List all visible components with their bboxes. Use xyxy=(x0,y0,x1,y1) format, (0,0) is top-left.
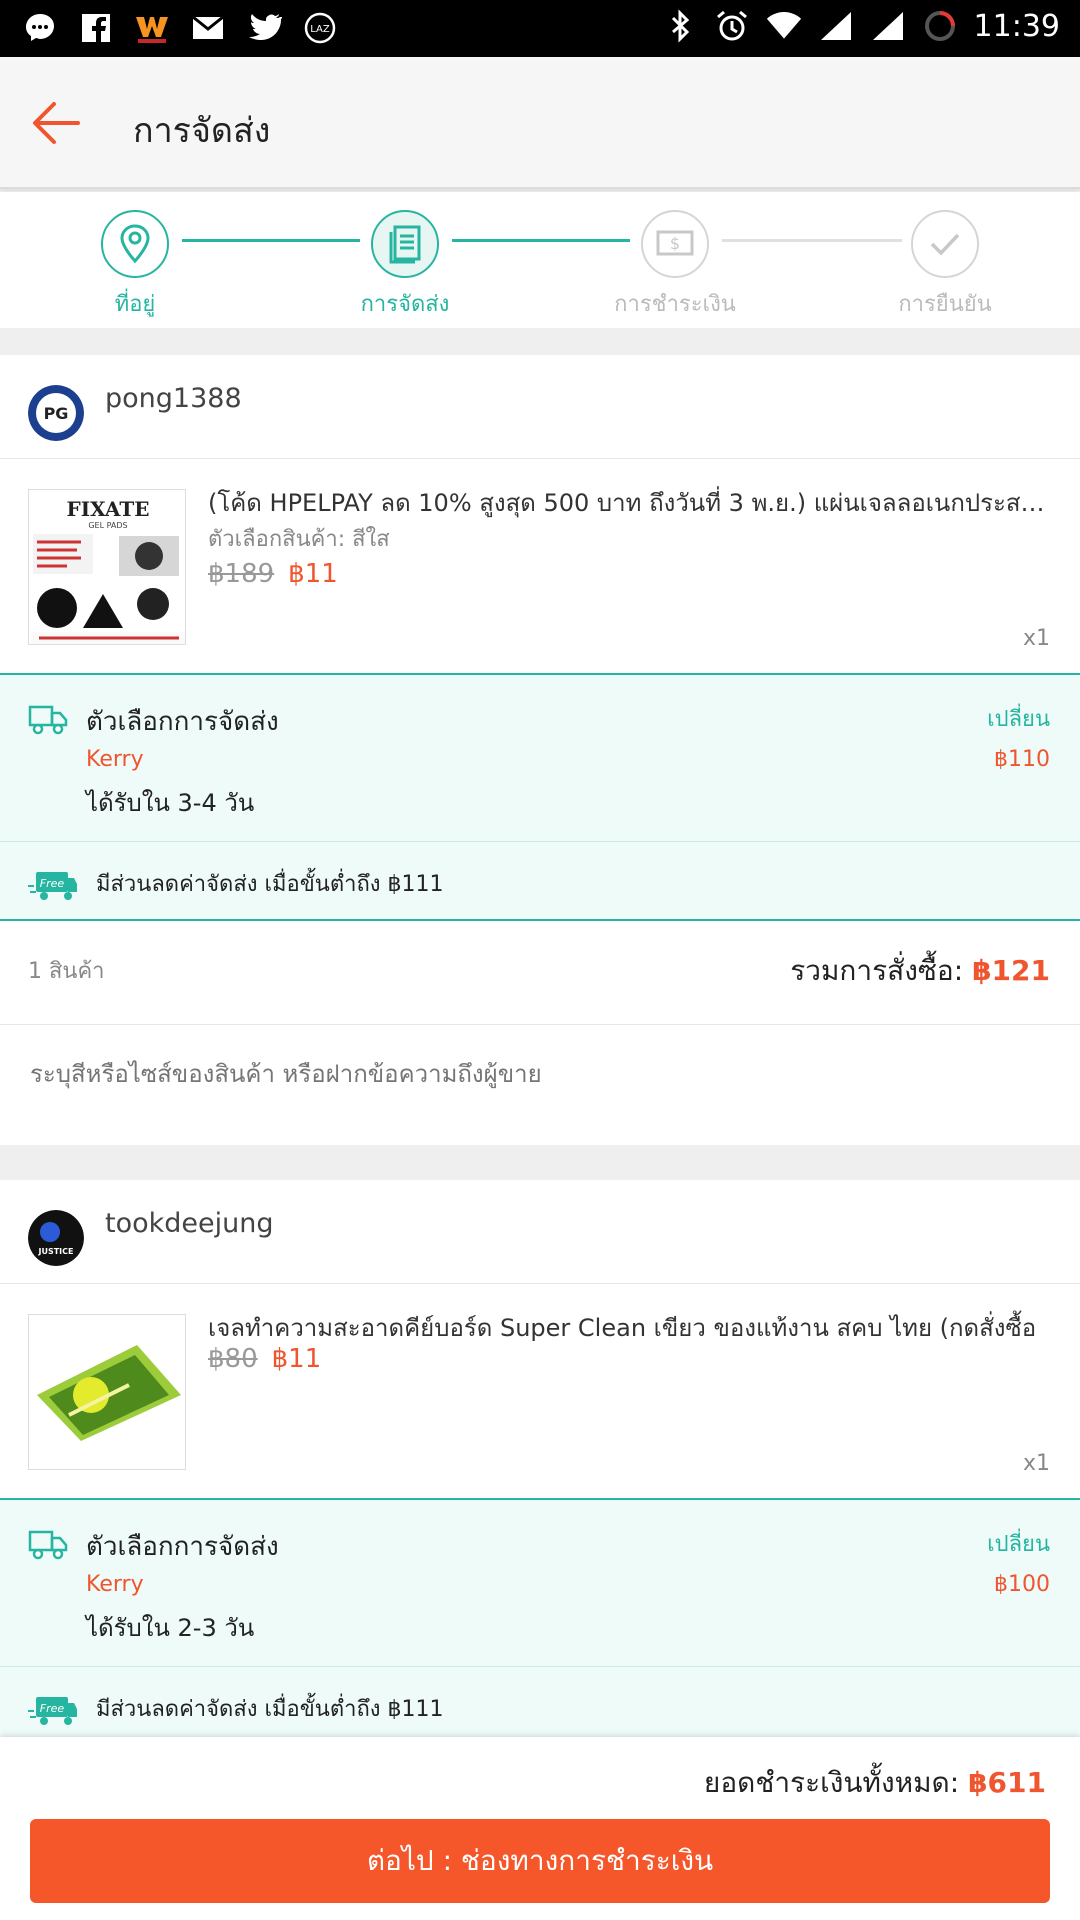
step-label: การยืนยัน xyxy=(898,292,992,317)
svg-text:FIXATE: FIXATE xyxy=(67,497,150,521)
shipping-promo: Free มีส่วนลดค่าจัดส่ง เมื่อขั้นต่ำถึง ฿… xyxy=(0,841,1080,921)
truck-icon xyxy=(28,705,68,735)
shipping-carrier: Kerry xyxy=(86,747,144,772)
checkout-stepper: ที่อยู่ การจัดส่ง $ การชำระเงิน การยืนยั… xyxy=(0,192,1080,328)
shipping-carrier: Kerry xyxy=(86,1572,144,1597)
document-icon xyxy=(371,210,439,278)
order-card: PG pong1388 FIXATE GEL PADS (โค้ด HPELPA… xyxy=(0,355,1080,1145)
status-bar: LAZ 11:39 xyxy=(0,0,1080,57)
svg-text:LAZ: LAZ xyxy=(310,24,330,35)
back-button[interactable] xyxy=(30,99,82,147)
gmail-icon xyxy=(190,10,226,46)
shipping-title: ตัวเลือกการจัดส่ง xyxy=(86,707,279,737)
signal-icon xyxy=(870,8,906,44)
grand-total-amount: ฿611 xyxy=(968,1766,1046,1799)
sale-price: ฿11 xyxy=(288,559,338,589)
shipping-promo: Free มีส่วนลดค่าจัดส่ง เมื่อขั้นต่ำถึง ฿… xyxy=(0,1666,1080,1746)
shop-header[interactable]: JUSTICE tookdeejung xyxy=(0,1180,1080,1284)
grand-total: ยอดชำระเงินทั้งหมด: ฿611 xyxy=(704,1761,1046,1805)
twitter-icon xyxy=(246,10,282,46)
facebook-icon xyxy=(78,10,114,46)
promo-text: มีส่วนลดค่าจัดส่ง เมื่อขั้นต่ำถึง ฿111 xyxy=(96,1697,444,1722)
product-price: ฿80 ฿11 xyxy=(208,1344,321,1374)
svg-text:GEL PADS: GEL PADS xyxy=(88,521,127,530)
lazada-icon: LAZ xyxy=(302,10,338,46)
subtotal-amount: ฿121 xyxy=(972,954,1050,987)
shipping-option[interactable]: ตัวเลือกการจัดส่ง เปลี่ยน Kerry ฿100 ได้… xyxy=(0,1498,1080,1666)
svg-text:Free: Free xyxy=(40,1702,65,1715)
status-time: 11:39 xyxy=(973,8,1060,44)
shipping-price: ฿100 xyxy=(994,1572,1050,1597)
shop-header[interactable]: PG pong1388 xyxy=(0,355,1080,459)
shipping-title: ตัวเลือกการจัดส่ง xyxy=(86,1532,279,1562)
check-icon xyxy=(911,210,979,278)
product-quantity: x1 xyxy=(1022,626,1050,651)
original-price: ฿189 xyxy=(208,559,275,589)
step-payment: $ การชำระเงิน xyxy=(575,210,775,321)
seller-note-input[interactable] xyxy=(28,1059,1048,1089)
step-address: ที่อยู่ xyxy=(35,210,235,321)
order-card: JUSTICE tookdeejung เจลทำความสะอาดคีย์บอ… xyxy=(0,1180,1080,1746)
step-label: การจัดส่ง xyxy=(360,292,450,317)
bluetooth-icon xyxy=(662,8,698,44)
back-arrow-icon xyxy=(33,102,80,144)
order-subtotal: 1 สินค้า รวมการสั่งซื้อ: ฿121 xyxy=(0,921,1080,1025)
product-item[interactable]: เจลทำความสะอาดคีย์บอร์ด Super Clean เขีย… xyxy=(0,1284,1080,1498)
free-shipping-icon: Free xyxy=(28,1697,77,1725)
change-shipping-link[interactable]: เปลี่ยน xyxy=(987,1526,1050,1561)
step-label: การชำระเงิน xyxy=(614,292,736,317)
shop-name: pong1388 xyxy=(105,383,242,414)
alarm-icon xyxy=(714,8,750,44)
grand-total-label: ยอดชำระเงินทั้งหมด: xyxy=(703,1766,969,1799)
loading-icon xyxy=(922,8,958,44)
money-icon: $ xyxy=(641,210,709,278)
location-pin-icon xyxy=(101,210,169,278)
product-title: (โค้ด HPELPAY ลด 10% สูงสุด 500 บาท ถึงว… xyxy=(208,489,1048,517)
page-title: การจัดส่ง xyxy=(133,111,271,151)
messenger-icon xyxy=(22,10,58,46)
truck-icon xyxy=(28,1530,68,1560)
wifi-icon xyxy=(766,8,802,44)
shipping-price: ฿110 xyxy=(994,747,1050,772)
product-quantity: x1 xyxy=(1022,1451,1050,1476)
svg-text:JUSTICE: JUSTICE xyxy=(37,1247,73,1256)
shipping-option[interactable]: ตัวเลือกการจัดส่ง เปลี่ยน Kerry ฿110 ได้… xyxy=(0,673,1080,841)
product-price: ฿189 ฿11 xyxy=(208,559,338,589)
truemoney-icon xyxy=(134,10,170,46)
shop-name: tookdeejung xyxy=(105,1208,274,1239)
original-price: ฿80 xyxy=(208,1344,258,1374)
svg-text:PG: PG xyxy=(44,404,69,423)
subtotal-text: รวมการสั่งซื้อ: xyxy=(790,954,973,987)
signal-icon xyxy=(818,8,854,44)
product-thumbnail xyxy=(28,1314,186,1470)
seller-note xyxy=(0,1029,1080,1141)
app-bar: การจัดส่ง xyxy=(0,57,1080,189)
change-shipping-link[interactable]: เปลี่ยน xyxy=(987,701,1050,736)
product-item[interactable]: FIXATE GEL PADS (โค้ด HPELPAY ลด 10% สูง… xyxy=(0,459,1080,673)
step-confirm: การยืนยัน xyxy=(845,210,1045,321)
sale-price: ฿11 xyxy=(271,1344,322,1374)
svg-text:Free: Free xyxy=(40,877,65,890)
continue-to-payment-button[interactable]: ต่อไป : ช่องทางการชำระเงิน xyxy=(30,1819,1050,1903)
item-count: 1 สินค้า xyxy=(28,959,105,984)
avatar: JUSTICE xyxy=(28,1210,84,1266)
product-thumbnail: FIXATE GEL PADS xyxy=(28,489,186,645)
step-shipping: การจัดส่ง xyxy=(305,210,505,321)
product-variant: ตัวเลือกสินค้า: สีใส xyxy=(208,527,390,552)
svg-text:$: $ xyxy=(670,234,680,253)
subtotal-label: รวมการสั่งซื้อ: ฿121 xyxy=(790,949,1050,993)
shipping-eta: ได้รับใน 2-3 วัน xyxy=(86,1614,255,1642)
shipping-eta: ได้รับใน 3-4 วัน xyxy=(86,789,255,817)
step-label: ที่อยู่ xyxy=(114,292,156,317)
product-title: เจลทำความสะอาดคีย์บอร์ด Super Clean เขีย… xyxy=(208,1314,1037,1342)
checkout-footer: ยอดชำระเงินทั้งหมด: ฿611 ต่อไป : ช่องทาง… xyxy=(0,1737,1080,1920)
avatar: PG xyxy=(28,385,84,441)
promo-text: มีส่วนลดค่าจัดส่ง เมื่อขั้นต่ำถึง ฿111 xyxy=(96,872,444,897)
free-shipping-icon: Free xyxy=(28,872,77,900)
